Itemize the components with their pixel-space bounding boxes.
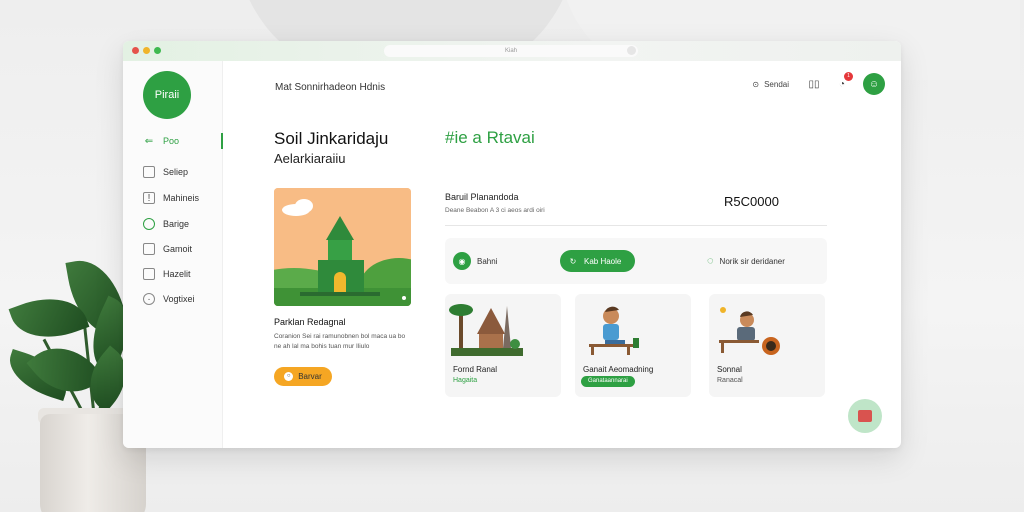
bell-icon: ◔ — [838, 78, 846, 90]
refresh-icon: ↻ — [569, 256, 577, 266]
box-icon — [143, 166, 155, 178]
person-bench-illustration — [719, 307, 780, 355]
browser-window: Kiah Piraii ⇐ Poo Seliep ! Mahineis Bari… — [123, 41, 901, 448]
action-row: ◉ Bahni ↻ Kab Haole ◌ Norik sir deridane… — [445, 238, 827, 284]
maximize-window-icon[interactable] — [154, 47, 161, 54]
mosque-illustration — [274, 188, 411, 306]
page-header-title: Mat Sonnirhadeon Hdnis — [275, 82, 386, 93]
grid-icon[interactable]: ▯▯ — [805, 75, 823, 93]
sidebar-item-6[interactable]: · Vogtixei — [143, 291, 195, 307]
square-icon — [143, 243, 155, 255]
profile-avatar[interactable]: ☺ — [863, 73, 885, 95]
sidebar-item-label: Vogtixei — [163, 294, 195, 304]
card-subtitle: Hagaita — [453, 377, 478, 384]
feature-action-button[interactable]: ○ Barvar — [274, 367, 332, 386]
card-title: Sonnal — [717, 365, 742, 374]
hero-title: Soil Jinkaridaju — [274, 129, 389, 148]
sidebar-item-1[interactable]: Seliep — [143, 164, 188, 180]
divider — [445, 225, 827, 226]
action-chip-primary[interactable]: ↻ Kab Haole — [560, 250, 636, 272]
url-bar[interactable]: Kiah — [384, 45, 638, 57]
leaf-icon — [143, 218, 155, 230]
content-card-1[interactable]: Fornd Ranal Hagaita — [445, 294, 561, 397]
sidebar-item-label: Barige — [163, 219, 190, 229]
card-title: Fornd Ranal — [453, 365, 498, 374]
notification-button[interactable]: ◔ 1 — [833, 72, 853, 93]
feature-title: Parklan Redagnal — [274, 317, 346, 327]
back-arrow-icon: ⇐ — [144, 135, 154, 147]
sidebar-item-label: Hazelit — [163, 269, 191, 279]
action-chip-1[interactable]: ◉ Bahni — [453, 250, 497, 272]
feature-image[interactable] — [274, 188, 411, 306]
file-icon: ! — [143, 192, 155, 204]
minimize-window-icon[interactable] — [143, 47, 150, 54]
action-label: Norik sir deridaner — [719, 256, 785, 266]
sidebar-item-4[interactable]: Gamoit — [143, 241, 192, 257]
sidebar: Piraii ⇐ Poo Seliep ! Mahineis Barige Ga… — [123, 61, 223, 448]
sidebar-item-label: Gamoit — [163, 244, 193, 254]
sidebar-item-label: Poo — [163, 136, 180, 146]
info-label: Baruil Planandoda — [445, 192, 519, 202]
info-icon: ○ — [284, 372, 294, 381]
feature-description: Coranion Sei rai ramunobnen bol maca ua … — [274, 333, 406, 350]
search-label: Sendai — [764, 79, 789, 89]
sidebar-item-home[interactable]: ⇐ Poo — [143, 133, 179, 149]
circle-icon: ◉ — [453, 252, 471, 270]
sidebar-item-5[interactable]: Hazelit — [143, 266, 191, 282]
hero-subtitle: Aelarkiaraiiu — [274, 151, 346, 166]
gear-icon: · — [143, 293, 155, 305]
card-tag: Ganataannarai — [581, 376, 635, 387]
info-sublabel: Deane Beabon A 3 ci aeos ardi oiri — [445, 207, 545, 214]
action-chip-3[interactable]: ◌ Norik sir deridaner — [707, 250, 785, 272]
sidebar-item-2[interactable]: ! Mahineis — [143, 190, 199, 206]
feature-button-label: Barvar — [298, 372, 322, 381]
action-label: Kab Haole — [584, 256, 622, 266]
temple-illustration — [449, 304, 523, 356]
close-window-icon[interactable] — [132, 47, 139, 54]
book-icon — [143, 268, 155, 280]
card-subtitle: Ranacal — [717, 377, 743, 384]
action-label: Bahni — [477, 256, 498, 266]
person-sitting-illustration — [589, 306, 639, 355]
card-title: Ganait Aeomadning — [583, 365, 654, 374]
header-actions: ⊙ Sendai ▯▯ ◔ 1 ☺ — [746, 72, 885, 95]
sidebar-item-3[interactable]: Barige — [143, 216, 189, 232]
title-bar: Kiah — [123, 41, 901, 61]
search-icon: ⊙ — [752, 79, 760, 89]
chat-icon: ◌ — [707, 255, 714, 267]
refresh-icon[interactable] — [627, 46, 636, 55]
notification-badge: 1 — [844, 72, 853, 81]
user-icon: ☺ — [868, 78, 880, 90]
content-card-3[interactable]: Sonnal Ranacal — [709, 294, 825, 397]
floating-action-button[interactable] — [848, 399, 882, 433]
price-value: R5C0000 — [724, 194, 779, 209]
main-content: Mat Sonnirhadeon Hdnis ⊙ Sendai ▯▯ ◔ 1 ☺… — [223, 61, 901, 448]
search-button[interactable]: ⊙ Sendai — [746, 76, 795, 92]
sidebar-item-label: Seliep — [163, 167, 189, 177]
sidebar-item-label: Mahineis — [163, 193, 200, 203]
section-heading: #ie a Rtavai — [445, 128, 535, 147]
gift-icon — [858, 410, 872, 422]
app-logo[interactable]: Piraii — [143, 71, 191, 119]
content-card-2[interactable]: Ganait Aeomadning Ganataannarai — [575, 294, 691, 397]
